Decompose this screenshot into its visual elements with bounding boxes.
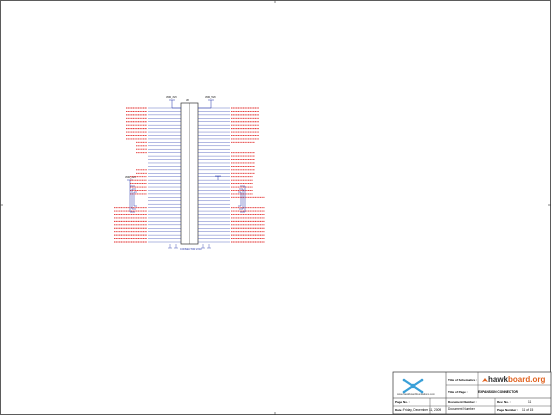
brand-name: hawkboard.org (488, 375, 545, 384)
power-label-right: VDD_5V0 (205, 96, 216, 99)
brand-suffix: board.org (508, 375, 546, 384)
schematic-sheet: J8 CONNECTOR 2X40 VDD_3V3 VDD_5V0 VDD_3V… (0, 0, 552, 415)
connector-part: CONNECTOR 2X40 (180, 248, 202, 251)
title-of-page-label: Title of Page : (448, 390, 468, 394)
power-label-left: VDD_3V3 (166, 96, 177, 99)
bus-bracket-left (129, 185, 137, 213)
sheet-border (0, 0, 551, 415)
page-count: 11 of 15 (522, 408, 534, 412)
left-pin-group (114, 107, 181, 243)
page-no-label: Page No. : (395, 400, 410, 404)
bus-bracket-right (238, 185, 246, 213)
title-of-schematics-label: Title of Schematics : (448, 378, 478, 382)
power-symbol-left: VDD_3V3 (166, 96, 181, 109)
right-pin-group (198, 107, 265, 243)
document-number-label: Document Number : (448, 400, 477, 404)
website-url[interactable]: www.hawkboardfoundations.com (397, 393, 435, 396)
page-title: EXPANSION CONNECTOR (478, 390, 518, 394)
connector-refdes: J8 (186, 98, 189, 102)
document-number: Document Number (448, 407, 475, 411)
rev-no-label: Rev. No. : (497, 400, 511, 404)
page-count-label: Page Number : (497, 408, 519, 412)
power-symbol-mid: VDD_3V3 (125, 175, 221, 186)
page-no: 11 (528, 400, 532, 404)
expansion-connector-schematic: J8 CONNECTOR 2X40 VDD_3V3 VDD_5V0 VDD_3V… (114, 96, 265, 251)
power-symbol-right: VDD_5V0 (198, 96, 216, 109)
date-value: Friday, December 11, 2009 (403, 408, 442, 412)
brand-prefix: hawk (488, 375, 509, 384)
